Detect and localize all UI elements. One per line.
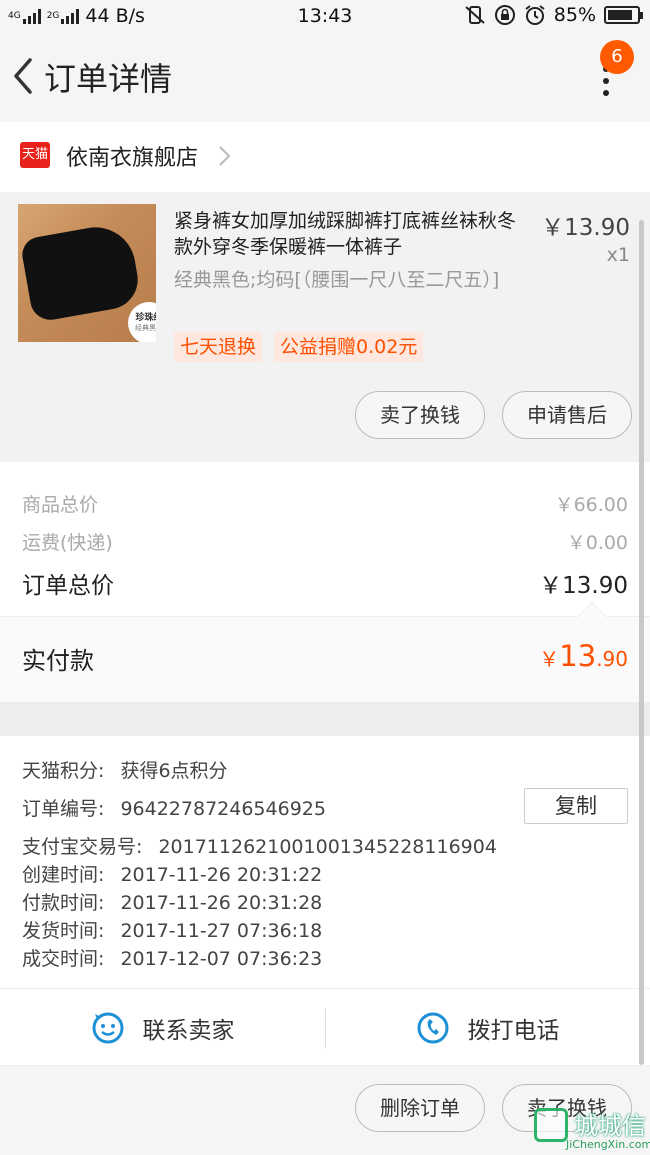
alarm-icon xyxy=(525,5,545,25)
order-no-label: 订单编号: xyxy=(22,798,105,820)
scrollbar[interactable] xyxy=(639,220,644,1065)
paid-time-value: 2017-11-26 20:31:28 xyxy=(120,892,323,914)
shop-name: 依南衣旗舰店 xyxy=(66,146,199,171)
contact-bar: 联系卖家 拨打电话 xyxy=(0,988,650,1066)
tmall-logo-icon: 天猫 xyxy=(20,142,50,168)
watermark: 城城信 JiChengXin.com xyxy=(530,1104,650,1154)
section-gap xyxy=(0,702,650,736)
call-phone-button[interactable]: 拨打电话 xyxy=(325,989,650,1067)
watermark-logo-icon xyxy=(534,1108,568,1142)
chevron-right-icon xyxy=(219,146,231,166)
delete-order-button[interactable]: 删除订单 xyxy=(355,1084,485,1132)
watermark-en: JiChengXin.com xyxy=(566,1138,650,1151)
shipped-line: 发货时间: 2017-11-27 07:36:18 xyxy=(22,916,322,943)
product-image[interactable]: 珍珠绒 经典黑色 xyxy=(18,204,156,342)
tag-return-policy: 七天退换 xyxy=(174,332,263,362)
image-caption-2: 经典黑色 xyxy=(135,324,156,332)
paid-amount: ￥13.90 xyxy=(539,639,628,673)
after-sale-button[interactable]: 申请售后 xyxy=(502,391,632,439)
tag-donation: 公益捐赠0.02元 xyxy=(274,332,424,362)
paid-row: 实付款 ￥13.90 xyxy=(0,617,650,702)
battery-fill xyxy=(608,10,632,20)
order-info: 天猫积分: 获得6点积分 订单编号: 96422787246546925 复制 … xyxy=(0,736,650,988)
order-total-value: ￥13.90 xyxy=(539,573,628,599)
alipay-line: 支付宝交易号: 2017112621001001345228116904 xyxy=(22,832,497,859)
points-label: 天猫积分: xyxy=(22,760,105,782)
done-value: 2017-12-07 07:36:23 xyxy=(120,948,323,970)
done-line: 成交时间: 2017-12-07 07:36:23 xyxy=(22,944,322,971)
image-caption-1: 珍珠绒 xyxy=(135,313,156,323)
contact-seller-label: 联系卖家 xyxy=(142,1018,235,1044)
shipping-row: 运费(快递) ￥0.00 xyxy=(22,528,628,555)
product-image-garment xyxy=(19,221,143,323)
copy-button[interactable]: 复制 xyxy=(524,788,628,824)
product-image-seal: 珍珠绒 经典黑色 xyxy=(128,302,156,342)
order-no-value: 96422787246546925 xyxy=(120,798,326,820)
created-value: 2017-11-26 20:31:22 xyxy=(120,864,323,886)
product-price: ￥13.90 xyxy=(541,215,630,241)
points-line: 天猫积分: 获得6点积分 xyxy=(22,756,228,783)
goods-total-value: ￥66.00 xyxy=(554,494,628,516)
call-phone-label: 拨打电话 xyxy=(467,1018,560,1044)
paid-dec: .90 xyxy=(596,647,628,671)
shipping-label: 运费(快递) xyxy=(22,532,113,554)
created-line: 创建时间: 2017-11-26 20:31:22 xyxy=(22,860,322,887)
battery-icon xyxy=(604,6,643,24)
goods-total-label: 商品总价 xyxy=(22,494,99,516)
paid-label: 实付款 xyxy=(22,647,94,675)
chat-bubble-icon xyxy=(92,1012,123,1044)
contact-seller-button[interactable]: 联系卖家 xyxy=(0,989,325,1067)
shipped-value: 2017-11-27 07:36:18 xyxy=(120,920,323,942)
product-card[interactable]: 珍珠绒 经典黑色 紧身裤女加厚加绒踩脚裤打底裤丝袜秋冬款外穿冬季保暖裤一体裤子 … xyxy=(0,192,650,462)
product-tags: 七天退换 公益捐赠0.02元 xyxy=(174,332,424,362)
done-label: 成交时间: xyxy=(22,948,105,970)
status-right: 85% xyxy=(464,4,643,26)
battery-percent: 85% xyxy=(553,4,596,26)
paid-currency: ￥ xyxy=(539,647,560,671)
sell-button[interactable]: 卖了换钱 xyxy=(355,391,485,439)
app-header: 订单详情 6 xyxy=(0,32,650,120)
shop-row[interactable]: 天猫 依南衣旗舰店 xyxy=(0,122,650,192)
product-quantity: x1 xyxy=(606,244,630,266)
product-title[interactable]: 紧身裤女加厚加绒踩脚裤打底裤丝袜秋冬款外穿冬季保暖裤一体裤子 xyxy=(174,208,524,260)
paid-int: 13 xyxy=(559,639,597,673)
goods-total-row: 商品总价 ￥66.00 xyxy=(22,490,628,517)
rotation-lock-icon xyxy=(494,5,515,25)
back-arrow-icon[interactable] xyxy=(8,54,38,98)
order-total-label: 订单总价 xyxy=(22,573,114,599)
status-bar: 4G 2G 44 B/s 13:43 85% xyxy=(0,0,650,32)
order-total-row: 订单总价 ￥13.90 xyxy=(22,566,628,600)
page-title: 订单详情 xyxy=(44,60,173,98)
points-value: 获得6点积分 xyxy=(120,760,228,782)
order-no-line: 订单编号: 96422787246546925 xyxy=(22,794,326,821)
price-summary: 商品总价 ￥66.00 运费(快递) ￥0.00 订单总价 ￥13.90 实付款… xyxy=(0,462,650,702)
product-sku: 经典黑色;均码[（腰围一尺八至二尺五）] xyxy=(174,269,500,291)
watermark-cn: 城城信 xyxy=(574,1112,646,1140)
created-label: 创建时间: xyxy=(22,864,105,886)
phone-icon xyxy=(417,1012,448,1044)
shipped-label: 发货时间: xyxy=(22,920,105,942)
alipay-label: 支付宝交易号: xyxy=(22,836,143,858)
paid-time-label: 付款时间: xyxy=(22,892,105,914)
vibrate-off-icon xyxy=(465,6,485,24)
paid-time-line: 付款时间: 2017-11-26 20:31:28 xyxy=(22,888,322,915)
shipping-value: ￥0.00 xyxy=(566,532,628,554)
notification-badge: 6 xyxy=(600,40,634,74)
alipay-value: 2017112621001001345228116904 xyxy=(158,836,497,858)
